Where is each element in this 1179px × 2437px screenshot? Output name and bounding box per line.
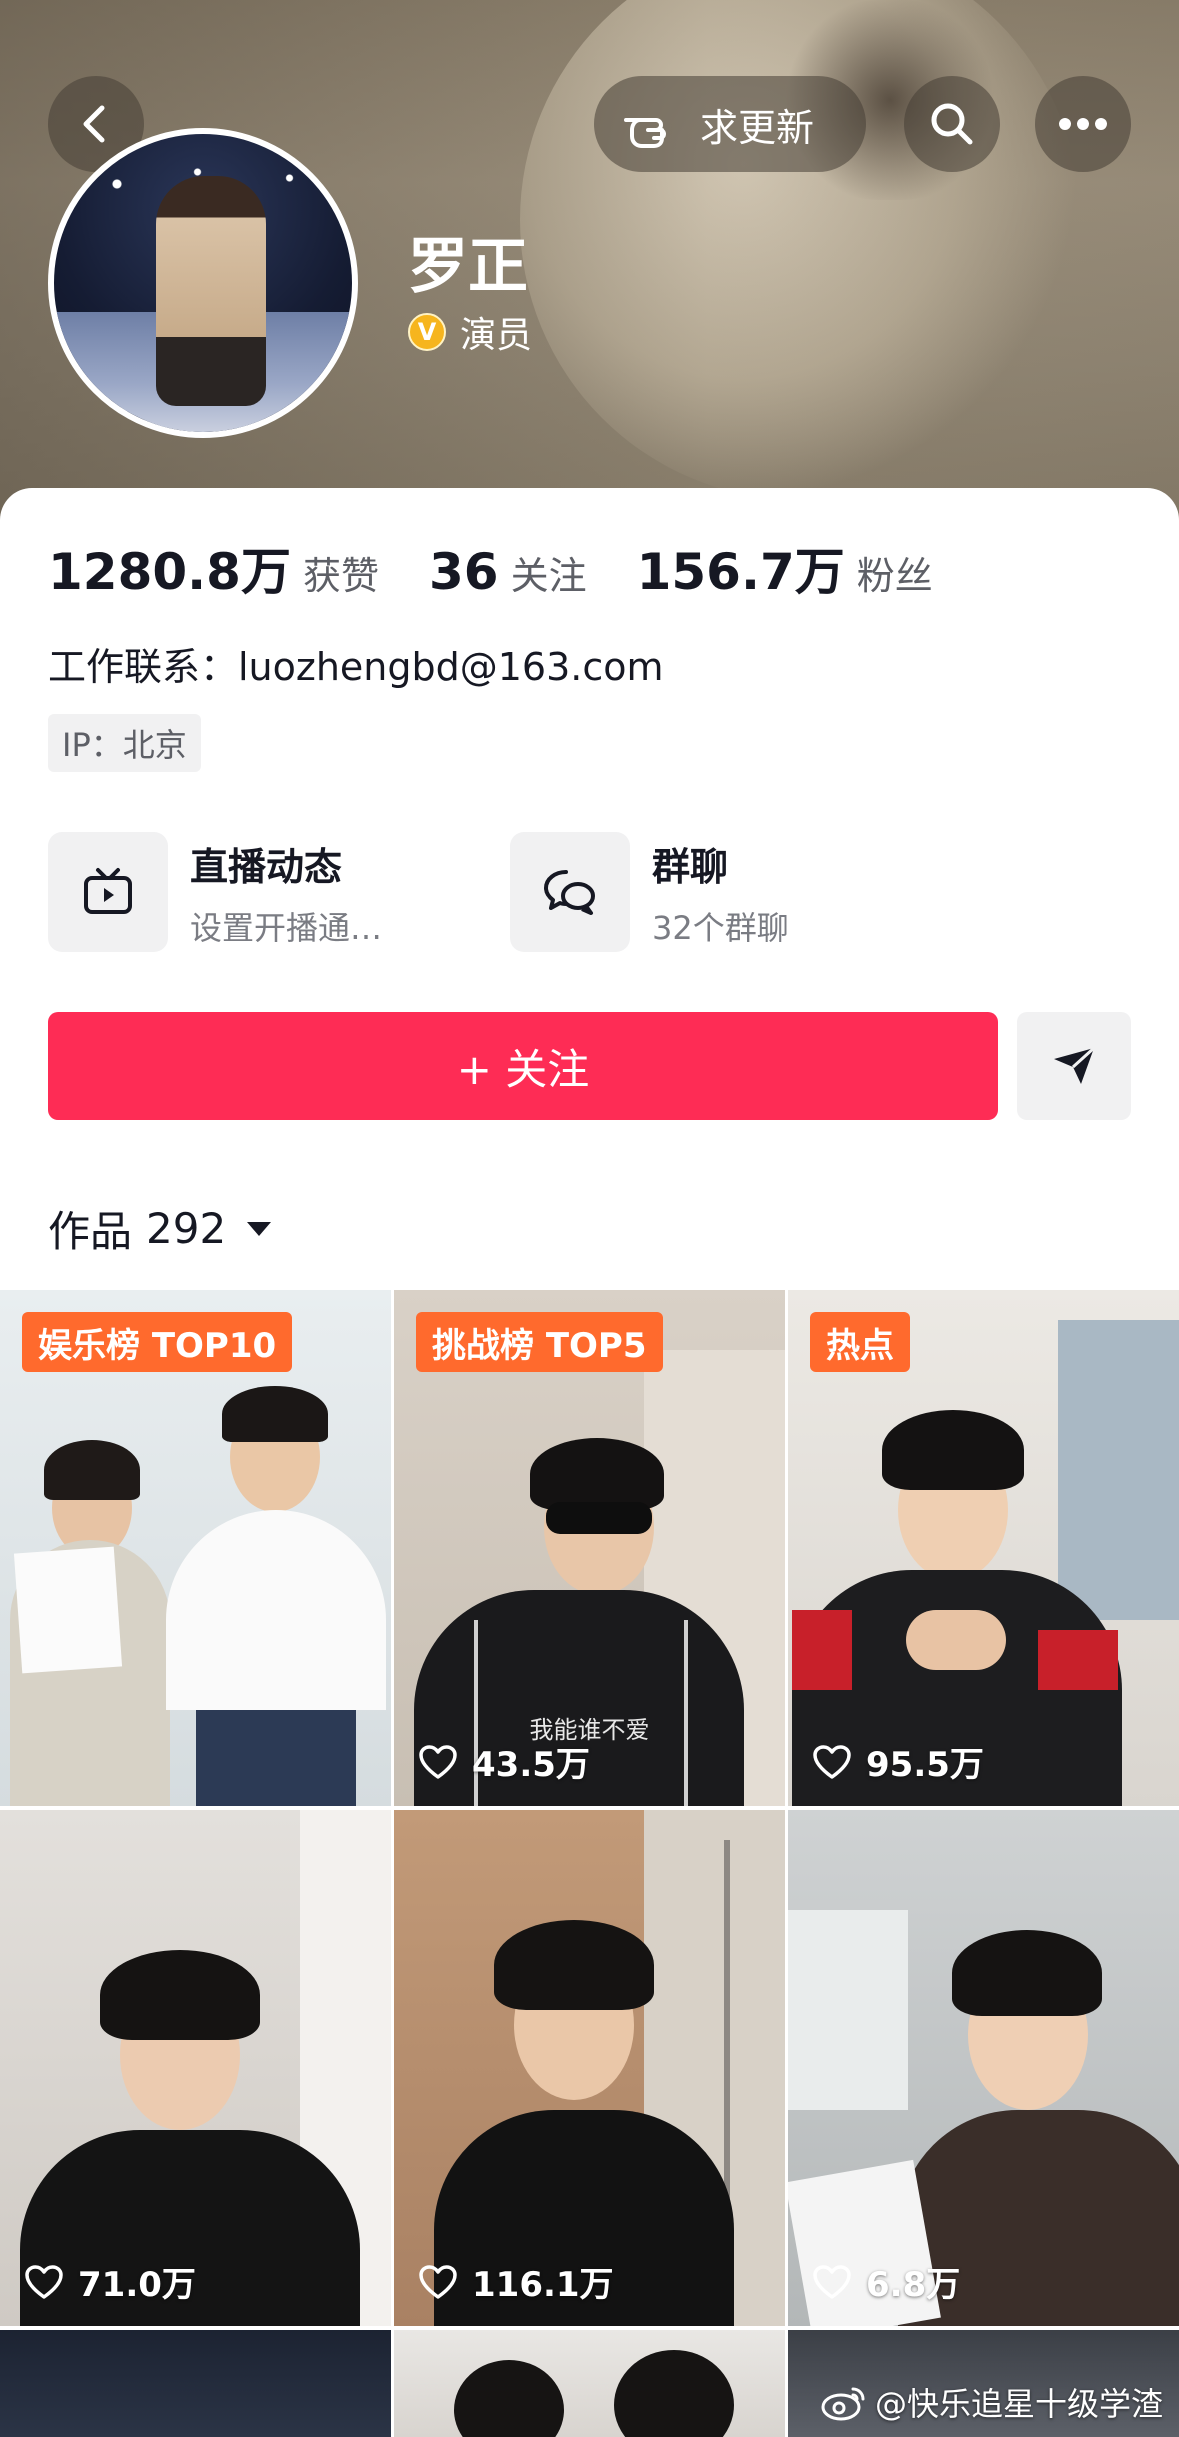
send-arrow-icon [1054,1046,1096,1084]
group-chat-feature[interactable]: 群聊 32个群聊 [510,832,789,952]
rank-badge: 娱乐榜 TOP10 [22,1312,293,1372]
live-feature-title: 直播动态 [190,844,343,889]
works-count: 292 [146,1204,227,1253]
followers-label[interactable]: 粉丝 [857,545,933,600]
bio-contact: 工作联系：luozhengbd@163.com [48,645,664,689]
group-chat-title: 群聊 [652,844,729,889]
verified-info: V 演员 [408,306,532,358]
heart-icon [813,2264,851,2299]
works-tab[interactable]: 作品 292 [48,1198,274,1259]
video-likes: 116.1万 [418,2257,614,2306]
heart-icon [419,1744,457,1779]
pointing-hand-icon [620,98,682,150]
works-label: 作品 [48,1207,133,1256]
more-dots-icon [1059,118,1107,130]
video-likes: 71.0万 [24,2257,196,2306]
following-label[interactable]: 关注 [511,545,587,600]
video-thumbnail[interactable]: 我能谁不爱 挑战榜 TOP5 43.5万 [394,1290,785,1806]
weibo-logo-icon [821,2387,865,2421]
following-count[interactable]: 36 [429,543,499,601]
video-thumbnail[interactable]: 6.8万 [788,1810,1179,2326]
hot-badge: 热点 [810,1312,910,1372]
video-thumbnail[interactable]: 71.0万 [0,1810,391,2326]
heart-icon [813,1744,851,1779]
group-chat-icon [544,870,595,915]
live-feature[interactable]: 直播动态 设置开播通… [48,832,382,952]
back-arrow-icon [83,105,105,143]
video-likes: 95.5万 [812,1737,984,1786]
video-thumbnail[interactable] [0,2330,391,2437]
search-icon [931,103,973,145]
dropdown-triangle-icon [247,1221,272,1236]
video-thumbnail[interactable]: 116.1万 [394,1810,785,2326]
video-likes: 6.8万 [812,2257,960,2306]
request-update-button[interactable]: 求更新 [594,76,866,172]
followers-count[interactable]: 156.7万 [637,532,845,604]
search-button[interactable] [904,76,1000,172]
likes-count: 1280.8万 [48,543,291,601]
verified-role: 演员 [460,315,533,356]
more-button[interactable] [1035,76,1131,172]
video-thumbnail[interactable]: 热点 95.5万 [788,1290,1179,1806]
video-thumbnail[interactable]: 娱乐榜 TOP10 [0,1290,391,1806]
tv-icon [84,868,132,914]
profile-name: 罗正 [408,232,528,302]
verified-badge-icon: V [408,313,446,351]
video-thumbnail[interactable] [394,2330,785,2437]
heart-icon [25,2264,63,2299]
likes-label: 获赞 [302,554,379,598]
group-chat-subtitle: 32个群聊 [652,908,789,947]
follow-button[interactable]: + 关注 [48,1012,998,1120]
stats-row: 1280.8万 获赞 36 关注 156.7万 粉丝 [48,532,933,604]
video-likes: 43.5万 [418,1737,590,1786]
weibo-watermark: @快乐追星十级学渣 [821,2379,1163,2425]
ip-location-tag: IP：北京 [48,714,201,772]
rank-badge: 挑战榜 TOP5 [416,1312,663,1372]
live-feature-subtitle: 设置开播通… [190,908,383,947]
heart-icon [419,2264,457,2299]
request-update-label: 求更新 [700,105,815,150]
video-grid: 娱乐榜 TOP10 我能谁不爱 挑战榜 TOP5 43.5万 热点 95.5万 … [0,1290,1179,2437]
avatar[interactable] [48,128,358,438]
share-button[interactable] [1017,1012,1131,1120]
